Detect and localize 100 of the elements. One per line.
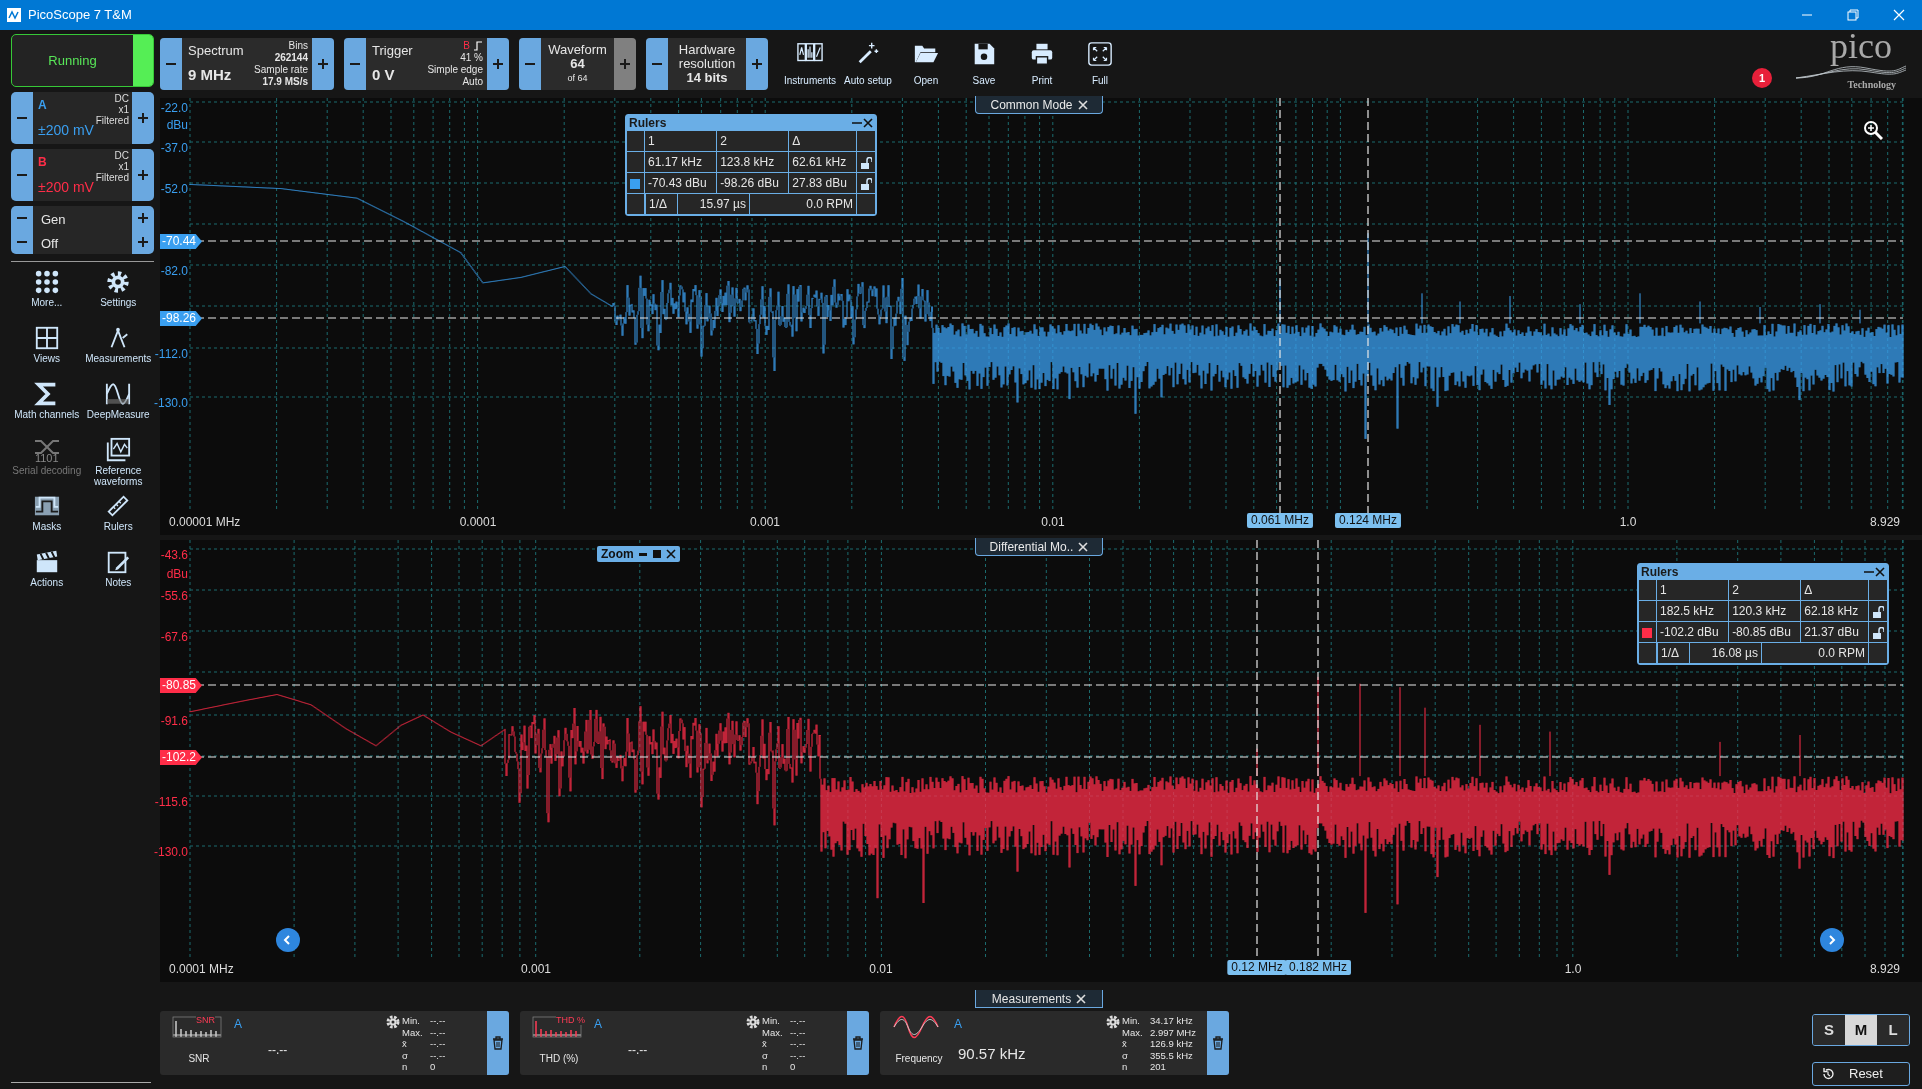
decrease-button[interactable] — [11, 206, 33, 230]
window-title: PicoScope 7 T&M — [28, 6, 132, 25]
increase-button[interactable] — [487, 38, 509, 90]
unlocked-icon — [860, 156, 872, 169]
measurement-card[interactable]: SNR A SNR --.-- Min. --.-- Max. --.-- x̄ --.-- σ --.-- n 0 — [160, 1011, 509, 1075]
ruler-value-tag[interactable]: 0.124 MHz — [1335, 513, 1401, 528]
close-icon — [1078, 541, 1089, 552]
column-header: Δ — [1800, 579, 1869, 601]
view-tab[interactable]: Differential Mo.. — [975, 538, 1103, 556]
delete-button[interactable] — [1207, 1011, 1229, 1075]
column-header: 2 — [716, 130, 789, 152]
size-toggle[interactable]: L — [1877, 1015, 1909, 1045]
ruler-value-tag[interactable]: -102.2 — [160, 750, 202, 765]
axis-label: -67.6 — [160, 630, 188, 644]
size-toggle[interactable]: S — [1813, 1015, 1845, 1045]
decrease-button[interactable] — [160, 38, 182, 90]
logo-text: pico — [1830, 26, 1892, 66]
channel-name: A — [234, 1016, 242, 1033]
ruler-value-tag[interactable]: 0.061 MHz — [1247, 513, 1313, 528]
table-cell: 123.8 kHz — [716, 151, 789, 173]
stat-label: σ — [762, 1049, 769, 1061]
tool-button[interactable]: Measurements — [82, 325, 154, 377]
stat-label: Min. — [402, 1015, 421, 1027]
stat-value: 2.997 MHz — [1150, 1026, 1196, 1038]
close-icon — [1893, 9, 1905, 21]
stat-label: x̄ — [762, 1038, 768, 1050]
size-toggle[interactable]: M — [1845, 1015, 1877, 1045]
notification-badge[interactable]: 1 — [1752, 68, 1772, 88]
channel-setting: DC — [113, 150, 129, 161]
channel-name: A — [38, 97, 47, 114]
setting-title: Hardware resolution — [677, 43, 737, 71]
delete-button[interactable] — [487, 1011, 509, 1075]
axis-label: 0.0001 MHz — [169, 962, 234, 976]
increase-button[interactable] — [132, 230, 154, 254]
increase-button[interactable] — [132, 206, 154, 230]
toolbar-button[interactable]: Instruments — [781, 40, 839, 88]
channel-name: B — [38, 154, 47, 171]
table-cell: 27.83 dBu — [788, 172, 857, 194]
toolbar-button[interactable]: Full — [1071, 40, 1129, 88]
tool-button[interactable]: Settings — [82, 269, 154, 321]
measurements-tab[interactable]: Measurements — [975, 990, 1103, 1008]
tool-button[interactable]: Masks — [11, 493, 83, 545]
increase-button[interactable] — [132, 92, 154, 144]
measurement-card[interactable]: A Frequency 90.57 kHz Min. 34.17 kHz Max. 2.997 MHz x̄ 126.9 kHz σ 355.5 kHz n 201 — [880, 1011, 1229, 1075]
tool-button[interactable]: Rulers — [82, 493, 154, 545]
reset-button[interactable]: Reset — [1812, 1062, 1910, 1086]
toolbar-button[interactable]: Auto setup — [839, 40, 897, 88]
rulers-panel[interactable]: Rulers 1 2 Δ 61.17 kHz 123.8 kHz 62.61 kHz -70.43 dBu -98.26 dBu 27.83 dBu 1/Δ 15.97 µs 0.0 RPM — [625, 114, 877, 216]
increase-button[interactable] — [312, 38, 334, 90]
setting-detail: Bins — [287, 40, 308, 52]
view-tab[interactable]: Common Mode — [975, 96, 1103, 114]
decrease-button[interactable] — [519, 38, 541, 90]
axis-label: 1.0 — [1564, 962, 1582, 976]
table-cell: 62.61 kHz — [788, 151, 857, 173]
tool-button[interactable]: DeepMeasure — [82, 381, 154, 433]
ruler-value-tag[interactable]: 0.12 MHz — [1227, 960, 1287, 975]
trigger-source: B — [463, 40, 470, 52]
toolbar-button[interactable]: Save — [955, 40, 1013, 88]
plus-icon — [137, 112, 149, 124]
decrease-button[interactable] — [344, 38, 366, 90]
ruler-value-tag[interactable]: 0.182 MHz — [1285, 960, 1351, 975]
zoom-panel[interactable]: Zoom — [597, 546, 680, 562]
increase-button[interactable] — [132, 149, 154, 201]
nav-right-button[interactable] — [1820, 928, 1844, 952]
decrease-button[interactable] — [11, 92, 33, 144]
measurement-card[interactable]: THD % A THD (%) --.-- Min. --.-- Max. --.-- x̄ --.-- σ --.-- n 0 — [520, 1011, 869, 1075]
run-button[interactable]: Running — [11, 34, 154, 87]
channel-range: ±200 mV — [38, 178, 94, 197]
tool-button[interactable]: Views — [11, 325, 83, 377]
rulers-panel[interactable]: Rulers 1 2 Δ 182.5 kHz 120.3 kHz 62.18 kHz -102.2 dBu -80.85 dBu 21.37 dBu 1/Δ 16.08 µs 0.0 RPM — [1637, 563, 1889, 665]
icon-caption: THD % — [556, 1016, 585, 1025]
nav-left-button[interactable] — [276, 928, 300, 952]
tool-button[interactable]: Actions — [11, 549, 83, 601]
axis-label: -91.6 — [160, 714, 188, 728]
close-icon — [863, 117, 873, 128]
toolbar-button[interactable]: Print — [1013, 40, 1071, 88]
stat-label: Max. — [1122, 1026, 1144, 1038]
decrease-button[interactable] — [11, 149, 33, 201]
delete-button[interactable] — [847, 1011, 869, 1075]
axis-label: 0.001 — [521, 962, 551, 976]
tool-button[interactable]: Notes — [82, 549, 154, 601]
tool-button[interactable]: More... — [11, 269, 83, 321]
channel-setting: x1 — [117, 104, 129, 115]
table-cell: 62.18 kHz — [1800, 600, 1869, 622]
stat-label: x̄ — [402, 1038, 408, 1050]
tool-button[interactable]: Reference waveforms — [82, 437, 154, 489]
tool-button[interactable]: Math channels — [11, 381, 83, 433]
setting-value: 64 — [570, 57, 585, 71]
ruler-value-tag[interactable]: -80.85 — [160, 678, 202, 693]
increase-button[interactable] — [746, 38, 768, 90]
table-cell: 120.3 kHz — [1728, 600, 1801, 622]
stat-value: --.-- — [790, 1038, 806, 1050]
close-icon — [665, 549, 676, 559]
generator-label: Gen — [40, 211, 67, 229]
table-cell: -70.43 dBu — [644, 172, 717, 194]
toolbar-button[interactable]: Open — [897, 40, 955, 88]
settings-icon — [1106, 1015, 1120, 1029]
channel-range: ±200 mV — [38, 121, 94, 140]
decrease-button[interactable] — [11, 230, 33, 254]
decrease-button[interactable] — [646, 38, 668, 90]
